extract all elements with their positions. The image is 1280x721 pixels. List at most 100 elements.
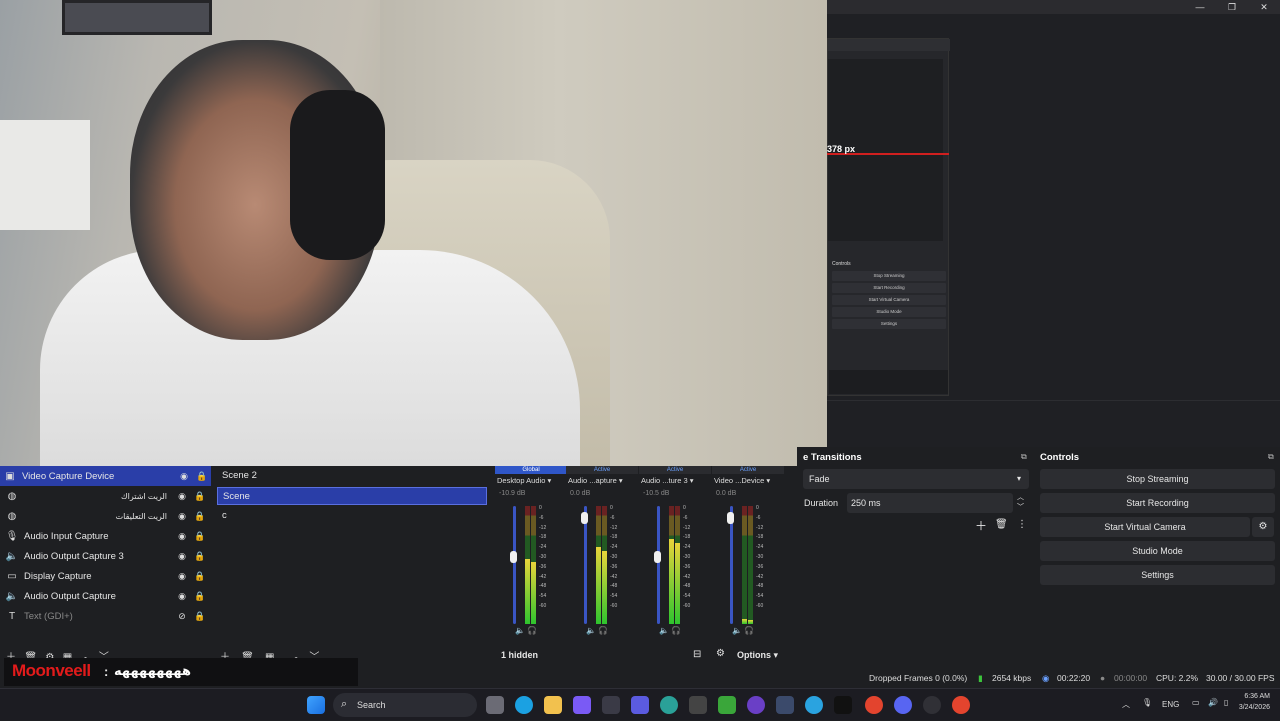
meter-tick: 0: [539, 505, 542, 511]
source-item[interactable]: 🔈 Audio Output Capture 3 ◉ 🔒: [2, 546, 209, 566]
scene-item[interactable]: Scene: [217, 487, 487, 505]
channel-name[interactable]: Audio ...apture ▾: [568, 476, 636, 485]
network-icon[interactable]: ▭: [1192, 698, 1200, 707]
lock-icon[interactable]: 🔒: [191, 531, 209, 542]
transition-menu-icon[interactable]: ⋮: [1017, 519, 1027, 530]
speaker-icon[interactable]: 🔈: [586, 626, 596, 635]
muted-speaker-icon[interactable]: 🔈: [515, 626, 525, 635]
scene-item[interactable]: c: [217, 507, 487, 525]
undock-controls-icon[interactable]: ⧉: [1268, 452, 1274, 462]
chrome-icon-2[interactable]: [952, 696, 970, 714]
channel-name[interactable]: Audio ...ture 3 ▾: [641, 476, 709, 485]
headphones-icon[interactable]: 🎧: [671, 626, 681, 635]
copilot-icon[interactable]: [573, 696, 591, 714]
scene-item[interactable]: Scene 2: [217, 467, 487, 485]
speaker-icon: 🔈: [5, 590, 19, 602]
app-icon-2[interactable]: [660, 696, 678, 714]
store-icon[interactable]: [602, 696, 620, 714]
eye-icon[interactable]: ◉: [175, 471, 193, 482]
hidden-count[interactable]: 1 hidden: [501, 650, 538, 660]
cpu-usage: CPU: 2.2%: [1156, 673, 1199, 683]
chrome-icon[interactable]: [865, 696, 883, 714]
app-icon-5[interactable]: [776, 696, 794, 714]
volume-slider-handle[interactable]: [654, 550, 661, 563]
obs-icon[interactable]: [923, 696, 941, 714]
source-item[interactable]: ◍ الريت اشتراك ◉ 🔒: [2, 486, 209, 506]
file-explorer-icon[interactable]: [544, 696, 562, 714]
start-icon[interactable]: [307, 696, 325, 714]
clock-date[interactable]: 3/24/2026: [1230, 704, 1270, 711]
eye-icon[interactable]: ◉: [173, 571, 191, 582]
eye-icon[interactable]: ◉: [173, 531, 191, 542]
channel-name[interactable]: Video ...Device ▾: [714, 476, 782, 485]
app-icon-1[interactable]: [631, 696, 649, 714]
source-item[interactable]: ◍ الريت التعليقات ◉ 🔒: [2, 506, 209, 526]
lock-icon[interactable]: 🔒: [191, 571, 209, 582]
undock-icon[interactable]: ⧉: [1021, 452, 1027, 462]
stop-streaming-button[interactable]: Stop Streaming: [1040, 469, 1275, 489]
volume-slider[interactable]: [657, 506, 660, 624]
battery-icon[interactable]: ▯: [1224, 698, 1228, 707]
volume-icon[interactable]: 🔊: [1208, 698, 1218, 707]
eye-icon[interactable]: ◉: [173, 511, 191, 522]
duration-stepper[interactable]: ︿ ﹀: [1017, 492, 1024, 512]
mixer-channel: Active Video ...Device ▾ 0.0 dB 0 -6 -12 -18 -2…: [712, 466, 784, 644]
headphones-icon[interactable]: 🎧: [744, 626, 754, 635]
tiktok-icon[interactable]: [834, 696, 852, 714]
edge-icon[interactable]: [515, 696, 533, 714]
gear-icon[interactable]: ⚙: [1252, 517, 1274, 537]
channel-name[interactable]: Desktop Audio ▾: [497, 476, 565, 485]
start-recording-button[interactable]: Start Recording: [1040, 493, 1275, 513]
studio-mode-button[interactable]: Studio Mode: [1040, 541, 1275, 561]
start-virtual-camera-button[interactable]: Start Virtual Camera: [1040, 517, 1250, 537]
minimize-button[interactable]: —: [1185, 0, 1215, 14]
mixer-settings-icon[interactable]: ⚙: [716, 648, 725, 659]
mixer-options-button[interactable]: Options ▾: [737, 650, 778, 661]
lock-icon[interactable]: 🔒: [191, 491, 209, 502]
headphones-icon[interactable]: 🎧: [598, 626, 608, 635]
volume-slider-handle[interactable]: [510, 550, 517, 563]
source-item[interactable]: 🔈 Audio Output Capture ◉ 🔒: [2, 586, 209, 606]
discord-icon[interactable]: [894, 696, 912, 714]
transition-select[interactable]: Fade ▾: [803, 469, 1029, 489]
telegram-icon[interactable]: [805, 696, 823, 714]
task-view-icon[interactable]: [486, 696, 504, 714]
muted-speaker-icon[interactable]: 🔈: [732, 626, 742, 635]
lock-icon[interactable]: 🔒: [191, 511, 209, 522]
lock-icon[interactable]: 🔒: [193, 471, 211, 482]
channel-name-label: Video ...Device: [714, 476, 765, 485]
remove-transition-icon[interactable]: 🗑: [995, 519, 1008, 530]
duration-input[interactable]: 250 ms: [847, 493, 1013, 513]
meter-tick: -18: [539, 534, 547, 541]
maximize-button[interactable]: ❐: [1217, 0, 1247, 14]
source-item[interactable]: ▣ Video Capture Device ◉ 🔒: [0, 466, 211, 486]
eye-hidden-icon[interactable]: ⊘: [173, 611, 191, 622]
bitrate: 2654 kbps: [992, 673, 1032, 683]
lock-icon[interactable]: 🔒: [191, 551, 209, 562]
add-transition-icon[interactable]: ＋: [975, 517, 987, 534]
chevron-up-icon[interactable]: ︿: [1122, 699, 1130, 710]
lock-icon[interactable]: 🔒: [191, 591, 209, 602]
volume-slider-handle[interactable]: [727, 511, 734, 524]
volume-slider[interactable]: [513, 506, 516, 624]
taskbar-search[interactable]: ⌕ Search: [333, 693, 477, 717]
settings-button[interactable]: Settings: [1040, 565, 1275, 585]
volume-slider-handle[interactable]: [581, 511, 588, 524]
lock-icon[interactable]: 🔒: [191, 611, 209, 622]
source-item[interactable]: T Text (GDI+) ⊘ 🔒: [2, 606, 209, 626]
app-icon-3[interactable]: [689, 696, 707, 714]
source-item[interactable]: 🎙 Audio Input Capture ◉ 🔒: [2, 526, 209, 546]
eye-icon[interactable]: ◉: [173, 591, 191, 602]
eye-icon[interactable]: ◉: [173, 491, 191, 502]
mixer-layout-icon[interactable]: ⊟: [693, 649, 701, 660]
minecraft-icon[interactable]: [718, 696, 736, 714]
eye-icon[interactable]: ◉: [173, 551, 191, 562]
mic-tray-icon[interactable]: 🎙: [1142, 698, 1152, 707]
speaker-icon[interactable]: 🔈: [659, 626, 669, 635]
source-item[interactable]: ▭ Display Capture ◉ 🔒: [2, 566, 209, 586]
clock-time[interactable]: 6:36 AM: [1240, 693, 1270, 700]
close-button[interactable]: ✕: [1249, 0, 1279, 14]
app-icon-4[interactable]: [747, 696, 765, 714]
headphones-icon[interactable]: 🎧: [527, 626, 537, 635]
language-indicator[interactable]: ENG: [1162, 700, 1179, 709]
